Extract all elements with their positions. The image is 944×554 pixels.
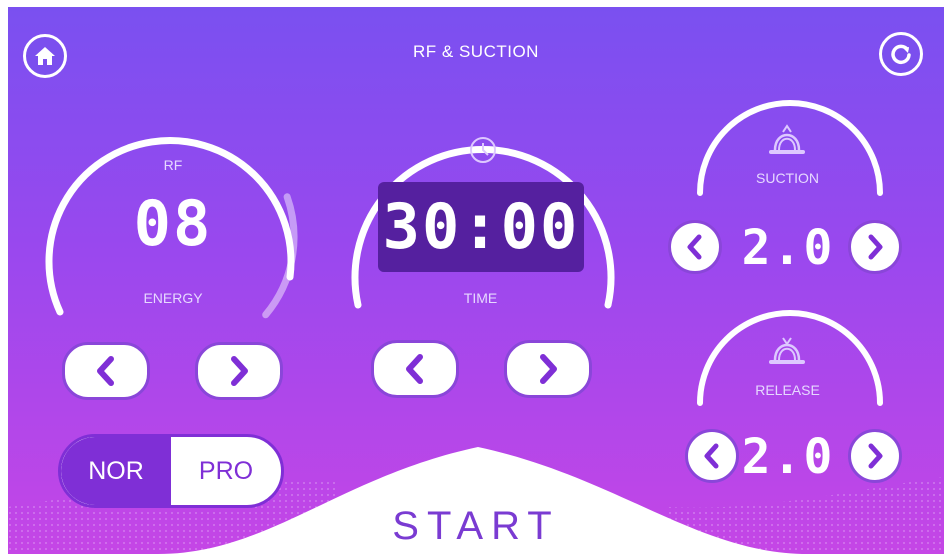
time-increase-button[interactable] bbox=[504, 340, 592, 398]
mode-option-nor[interactable]: NOR bbox=[61, 437, 171, 505]
chevron-right-icon bbox=[231, 356, 248, 386]
start-button[interactable]: START bbox=[8, 504, 944, 549]
home-button[interactable] bbox=[23, 34, 67, 78]
chevron-right-icon bbox=[540, 354, 557, 384]
time-value: 30:00 bbox=[382, 190, 580, 263]
suction-decrease-button[interactable] bbox=[668, 220, 722, 274]
suction-cup-icon bbox=[769, 124, 805, 154]
refresh-button[interactable] bbox=[879, 32, 923, 76]
time-display: 30:00 bbox=[378, 182, 584, 272]
chevron-left-icon bbox=[97, 356, 114, 386]
chevron-left-icon bbox=[406, 354, 423, 384]
chevron-left-icon bbox=[704, 443, 719, 469]
home-icon bbox=[35, 47, 55, 65]
time-decrease-button[interactable] bbox=[371, 340, 459, 398]
mode-option-pro[interactable]: PRO bbox=[171, 437, 281, 505]
energy-increase-button[interactable] bbox=[195, 342, 283, 400]
release-label: RELEASE bbox=[755, 382, 820, 398]
release-decrease-button[interactable] bbox=[685, 429, 739, 483]
suction-label: SUCTION bbox=[756, 170, 819, 186]
release-increase-button[interactable] bbox=[848, 429, 902, 483]
mode-toggle: NOR PRO bbox=[58, 434, 284, 508]
suction-increase-button[interactable] bbox=[848, 220, 902, 274]
chevron-right-icon bbox=[868, 443, 883, 469]
refresh-icon bbox=[891, 44, 911, 65]
page-title: RF & SUCTION bbox=[413, 42, 539, 61]
suction-value: 2.0 bbox=[741, 220, 835, 276]
release-cup-icon bbox=[769, 337, 805, 364]
energy-decrease-button[interactable] bbox=[62, 342, 150, 400]
clock-icon bbox=[470, 137, 496, 163]
rf-title: RF bbox=[163, 157, 183, 173]
rf-suction-screen: RF & SUCTION RF 08 ENERGY 30:00 TIME SUC… bbox=[8, 7, 944, 554]
energy-label: ENERGY bbox=[143, 290, 203, 306]
chevron-left-icon bbox=[687, 234, 702, 260]
chevron-right-icon bbox=[868, 234, 883, 260]
time-label: TIME bbox=[463, 290, 498, 306]
release-value: 2.0 bbox=[741, 429, 835, 485]
rf-energy-value: 08 bbox=[133, 187, 213, 260]
